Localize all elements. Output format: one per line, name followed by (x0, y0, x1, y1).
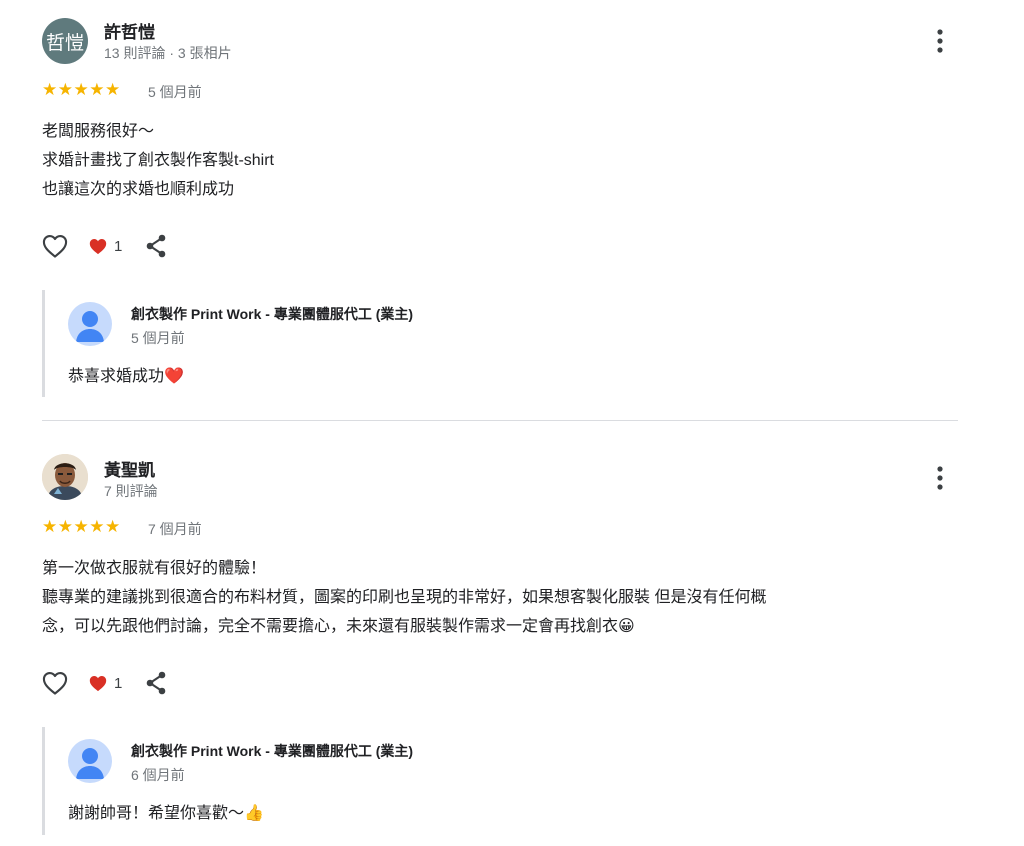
heart-reaction[interactable]: 1 (88, 674, 122, 692)
star-rating: ★★★★★ (42, 517, 121, 536)
owner-avatar[interactable] (68, 739, 112, 783)
review-text: 第一次做衣服就有很好的體驗！ 聽專業的建議挑到很適合的布料材質，圖案的印刷也呈現… (42, 560, 767, 635)
review-actions: 1 (40, 668, 170, 698)
default-user-icon (76, 311, 104, 342)
review-date: 7 個月前 (148, 521, 202, 537)
profile-photo-icon (42, 454, 88, 500)
avatar-initials: 哲愷 (45, 32, 84, 54)
reply-date: 5 個月前 (131, 330, 185, 346)
share-icon (147, 234, 166, 258)
more-vert-icon (937, 466, 943, 490)
like-button[interactable] (40, 668, 72, 698)
review-actions: 1 (40, 231, 170, 261)
like-heart-outline-icon (42, 235, 68, 258)
reply-text: 恭喜求婚成功❤️ (68, 368, 184, 385)
reaction-count: 1 (114, 237, 123, 255)
reaction-count: 1 (114, 674, 123, 692)
reply-text: 謝謝帥哥！希望你喜歡～👍 (68, 805, 264, 822)
share-icon (147, 671, 166, 695)
review-card: 哲愷 許哲愷 13 則評論 · 3 張相片 ★★★★★ 5 個月前 老闆服務很好… (0, 0, 1024, 420)
reviewer-meta[interactable]: 7 則評論 (104, 481, 158, 501)
share-button[interactable] (144, 231, 170, 261)
owner-avatar[interactable] (68, 302, 112, 346)
owner-reply: 創衣製作 Print Work - 專業團體服代工 (業主) 5 個月前 恭喜求… (42, 290, 925, 397)
owner-name[interactable]: 創衣製作 Print Work - 專業團體服代工 (業主) (131, 741, 413, 761)
like-button[interactable] (40, 231, 72, 261)
reviewer-avatar[interactable] (42, 454, 88, 500)
more-options-button[interactable] (928, 26, 952, 56)
more-options-button[interactable] (928, 463, 952, 493)
reviewer-meta[interactable]: 13 則評論 · 3 張相片 (104, 43, 232, 63)
reviewer-avatar[interactable]: 哲愷 (42, 18, 88, 64)
red-heart-reaction-icon (89, 676, 107, 692)
red-heart-reaction-icon (89, 239, 107, 255)
share-button[interactable] (144, 668, 170, 698)
owner-reply: 創衣製作 Print Work - 專業團體服代工 (業主) 6 個月前 謝謝帥… (42, 727, 925, 835)
like-heart-outline-icon (42, 672, 68, 695)
star-rating: ★★★★★ (42, 80, 121, 99)
reply-date: 6 個月前 (131, 767, 185, 783)
reviewer-name[interactable]: 黃聖凱 (104, 456, 155, 481)
owner-name[interactable]: 創衣製作 Print Work - 專業團體服代工 (業主) (131, 304, 413, 324)
default-user-icon (76, 748, 104, 779)
review-text: 老闆服務很好～ 求婚計畫找了創衣製作客製t-shirt 也讓這次的求婚也順利成功 (42, 123, 275, 198)
review-card: 黃聖凱 7 則評論 ★★★★★ 7 個月前 第一次做衣服就有很好的體驗！ 聽專業… (0, 421, 1024, 846)
more-vert-icon (937, 29, 943, 53)
heart-reaction[interactable]: 1 (88, 237, 122, 255)
reviewer-name[interactable]: 許哲愷 (104, 18, 155, 43)
review-date: 5 個月前 (148, 84, 202, 100)
